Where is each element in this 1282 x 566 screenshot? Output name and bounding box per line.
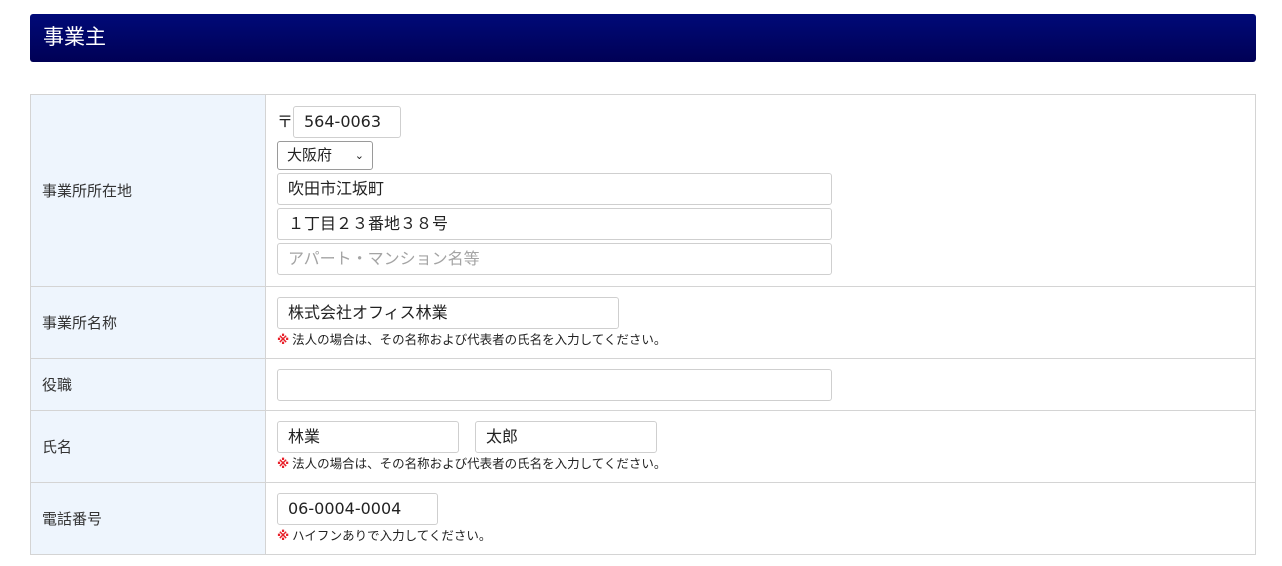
- note-mark: ※: [277, 455, 290, 471]
- address-label: 事業所所在地: [30, 94, 266, 287]
- row-position: 役職: [30, 358, 1256, 411]
- position-label: 役職: [30, 358, 266, 411]
- office-name-label: 事業所名称: [30, 286, 266, 359]
- office-name-input[interactable]: 株式会社オフィス林業: [277, 296, 619, 329]
- first-name-input[interactable]: 太郎: [475, 420, 657, 453]
- office-name-field: 株式会社オフィス林業 ※ 法人の場合は、その名称および代表者の氏名を入力してくださ…: [265, 286, 1256, 359]
- row-phone: 電話番号 06-0004-0004 ※ ハイフンありで入力してください。: [30, 482, 1256, 555]
- postal-code-input[interactable]: 564-0063: [293, 106, 401, 138]
- note-text: 法人の場合は、その名称および代表者の氏名を入力してください。: [292, 331, 667, 347]
- position-input[interactable]: [277, 368, 832, 401]
- name-label: 氏名: [30, 410, 266, 483]
- last-name-input[interactable]: 林業: [277, 420, 459, 453]
- phone-note: ※ ハイフンありで入力してください。: [277, 527, 1255, 545]
- phone-input[interactable]: 06-0004-0004: [277, 492, 438, 525]
- city-input[interactable]: 吹田市江坂町: [277, 173, 832, 205]
- office-name-note: ※ 法人の場合は、その名称および代表者の氏名を入力してください。: [277, 331, 1255, 349]
- chevron-down-icon: ⌄: [354, 149, 364, 162]
- street-input[interactable]: １丁目２３番地３８号: [277, 208, 832, 240]
- postal-mark: 〒: [277, 112, 294, 131]
- note-mark: ※: [277, 527, 290, 543]
- prefecture-select[interactable]: 大阪府 ⌄: [277, 141, 373, 170]
- position-field: [265, 358, 1256, 411]
- note-mark: ※: [277, 331, 290, 347]
- name-field: 林業 太郎 ※ 法人の場合は、その名称および代表者の氏名を入力してください。: [265, 410, 1256, 483]
- prefecture-value: 大阪府: [287, 146, 333, 164]
- note-text: 法人の場合は、その名称および代表者の氏名を入力してください。: [292, 455, 667, 471]
- note-text: ハイフンありで入力してください。: [292, 527, 492, 543]
- phone-field: 06-0004-0004 ※ ハイフンありで入力してください。: [265, 482, 1256, 555]
- name-note: ※ 法人の場合は、その名称および代表者の氏名を入力してください。: [277, 455, 1255, 473]
- phone-label: 電話番号: [30, 482, 266, 555]
- row-office-name: 事業所名称 株式会社オフィス林業 ※ 法人の場合は、その名称および代表者の氏名を入…: [30, 286, 1256, 359]
- employer-form: 事業所所在地 〒 564-0063 大阪府 ⌄ 吹田市江坂町 １丁目２３番地３８号…: [30, 94, 1256, 555]
- row-name: 氏名 林業 太郎 ※ 法人の場合は、その名称および代表者の氏名を入力してください。: [30, 410, 1256, 483]
- address-field: 〒 564-0063 大阪府 ⌄ 吹田市江坂町 １丁目２３番地３８号 アパート・マ…: [265, 94, 1256, 287]
- section-title: 事業主: [43, 25, 106, 49]
- building-input[interactable]: アパート・マンション名等: [277, 243, 832, 275]
- section-header: 事業主: [30, 14, 1256, 62]
- row-address: 事業所所在地 〒 564-0063 大阪府 ⌄ 吹田市江坂町 １丁目２３番地３８号…: [30, 94, 1256, 287]
